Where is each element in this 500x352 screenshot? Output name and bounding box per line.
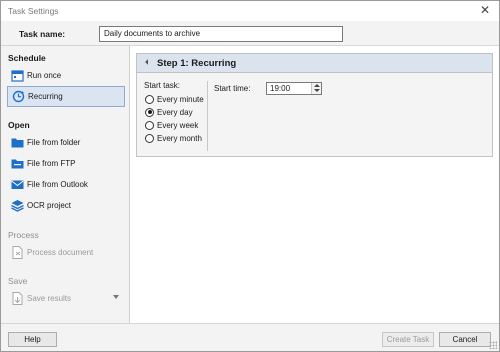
sidebar-item-label: OCR project (27, 201, 72, 210)
radio-every-week[interactable]: Every week (145, 119, 198, 131)
sidebar: Schedule Run once Recurring Open File fr… (1, 46, 130, 323)
radio-label: Every week (157, 120, 199, 130)
step-header[interactable]: Step 1: Recurring (137, 54, 492, 73)
radio-every-minute[interactable]: Every minute (145, 93, 204, 105)
cancel-button[interactable]: Cancel (439, 332, 491, 347)
start-time-label: Start time: (214, 84, 251, 93)
radio-button-checked[interactable] (145, 107, 154, 117)
radio-label: Every month (157, 133, 202, 143)
radio-label: Every minute (157, 94, 204, 104)
step-title: Step 1: Recurring (157, 58, 237, 69)
divider (207, 81, 208, 151)
start-task-label: Start task: (144, 81, 181, 90)
sidebar-item-label: Recurring (28, 92, 63, 101)
sidebar-item-process-document[interactable]: Process document (7, 242, 125, 263)
radio-every-day[interactable]: Every day (145, 106, 193, 118)
task-name-bar: Task name: Daily documents to archive (1, 21, 499, 46)
section-title-open: Open (8, 120, 30, 130)
step-panel: Step 1: Recurring Start task: Every minu… (136, 53, 493, 157)
task-name-input[interactable]: Daily documents to archive (99, 26, 343, 42)
section-title-save: Save (8, 276, 28, 286)
sidebar-item-file-from-ftp[interactable]: File from FTP (7, 153, 125, 174)
sidebar-item-label: Process document (27, 248, 94, 257)
title-bar: Task Settings ✕ (1, 1, 499, 21)
main-content: Step 1: Recurring Start task: Every minu… (131, 46, 499, 323)
sidebar-item-label: Save results (27, 294, 72, 303)
footer: Help Create Task Cancel (1, 323, 499, 351)
sidebar-item-run-once[interactable]: Run once (7, 65, 125, 86)
spin-down-icon[interactable] (314, 89, 320, 92)
recurring-icon (12, 90, 25, 103)
time-spinner[interactable] (311, 83, 321, 94)
sidebar-item-recurring[interactable]: Recurring (7, 86, 125, 107)
sidebar-item-label: Run once (27, 71, 62, 80)
mail-icon (11, 178, 24, 191)
window-title: Task Settings (8, 6, 59, 16)
task-name-label: Task name: (19, 29, 66, 39)
save-results-icon (11, 292, 24, 305)
close-icon[interactable]: ✕ (480, 4, 490, 16)
sidebar-item-label: File from Outlook (27, 180, 88, 189)
chevron-down-icon[interactable] (113, 295, 119, 299)
resize-grip-icon[interactable] (489, 341, 497, 349)
sidebar-item-save-results[interactable]: Save results (7, 288, 125, 309)
folder-icon (11, 136, 24, 149)
radio-button[interactable] (145, 133, 154, 143)
radio-button[interactable] (145, 120, 154, 130)
help-button[interactable]: Help (8, 332, 57, 347)
collapse-triangle-icon[interactable] (145, 59, 151, 65)
sidebar-item-ocr-project[interactable]: OCR project (7, 195, 125, 216)
radio-label: Every day (157, 107, 193, 117)
task-settings-window: Task Settings ✕ Task name: Daily documen… (0, 0, 500, 352)
calendar-icon (11, 69, 24, 82)
sidebar-item-file-from-outlook[interactable]: File from Outlook (7, 174, 125, 195)
radio-every-month[interactable]: Every month (145, 132, 202, 144)
sidebar-item-label: File from folder (27, 138, 81, 147)
spin-up-icon[interactable] (314, 84, 320, 87)
sidebar-item-label: File from FTP (27, 159, 76, 168)
create-task-button[interactable]: Create Task (382, 332, 434, 347)
layers-icon (11, 199, 24, 212)
process-document-icon (11, 246, 24, 259)
section-title-process: Process (8, 230, 39, 240)
section-title-schedule: Schedule (8, 53, 46, 63)
radio-button[interactable] (145, 94, 154, 104)
ftp-folder-icon (11, 157, 24, 170)
sidebar-item-file-from-folder[interactable]: File from folder (7, 132, 125, 153)
